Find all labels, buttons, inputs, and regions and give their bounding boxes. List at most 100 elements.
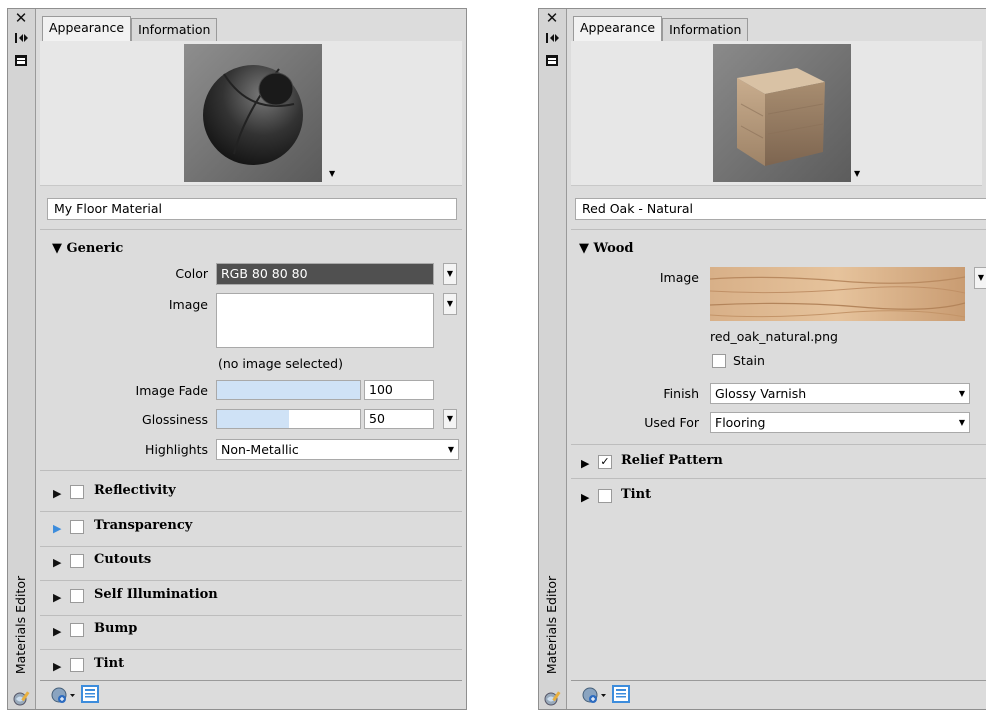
collapsed-arrow-icon[interactable]: ▶ bbox=[53, 660, 61, 673]
palette-bottom-bar bbox=[40, 680, 462, 709]
palette-title-strip: ✕ Materials Editor bbox=[539, 9, 567, 709]
checkmark-icon: ✓ bbox=[600, 455, 610, 468]
materials-browser-icon[interactable] bbox=[12, 689, 30, 707]
reflectivity-checkbox[interactable] bbox=[70, 485, 84, 499]
material-preview-area: ▼ bbox=[40, 41, 462, 186]
transparency-checkbox[interactable] bbox=[70, 519, 84, 534]
wood-texture-image[interactable] bbox=[709, 267, 966, 321]
swatch-options-icon[interactable]: ▼ bbox=[329, 169, 335, 178]
collapsed-arrow-icon[interactable]: ▶ bbox=[53, 625, 61, 638]
materials-browser-toggle-icon[interactable] bbox=[612, 685, 630, 703]
section-bump[interactable]: Bump bbox=[94, 621, 137, 636]
material-swatch-sphere[interactable] bbox=[184, 44, 322, 182]
tab-appearance[interactable]: Appearance bbox=[573, 16, 663, 42]
image-slot[interactable] bbox=[216, 293, 434, 348]
image-fade-value[interactable]: 100 bbox=[364, 380, 434, 400]
collapsed-arrow-icon[interactable]: ▶ bbox=[581, 457, 589, 470]
swatch-options-icon[interactable]: ▼ bbox=[854, 169, 860, 178]
section-relief-pattern[interactable]: Relief Pattern bbox=[621, 453, 723, 468]
relief-pattern-checkbox[interactable]: ✓ bbox=[598, 455, 612, 469]
expanded-arrow-icon: ▼ bbox=[579, 241, 594, 256]
divider bbox=[571, 444, 986, 445]
materials-browser-icon[interactable] bbox=[543, 689, 561, 707]
material-swatch-cube[interactable] bbox=[713, 44, 851, 182]
palette-main: Appearance Information ▼ Red Oak - Natur… bbox=[567, 9, 986, 709]
divider bbox=[40, 229, 462, 230]
section-tint[interactable]: Tint bbox=[94, 656, 124, 671]
tab-appearance[interactable]: Appearance bbox=[42, 16, 132, 42]
close-icon[interactable]: ✕ bbox=[13, 11, 29, 26]
image-dropdown-icon[interactable]: ▼ bbox=[974, 267, 986, 289]
tint-checkbox[interactable] bbox=[70, 657, 84, 672]
tab-bar: Appearance Information bbox=[42, 16, 218, 42]
used-for-select[interactable]: Flooring ▼ bbox=[710, 412, 970, 433]
stain-checkbox[interactable] bbox=[712, 354, 726, 368]
divider bbox=[40, 614, 462, 616]
close-icon[interactable]: ✕ bbox=[544, 11, 560, 26]
self-illumination-checkbox[interactable] bbox=[70, 588, 84, 603]
divider bbox=[571, 478, 986, 479]
material-name-field[interactable]: My Floor Material bbox=[47, 198, 457, 220]
cutouts-checkbox[interactable] bbox=[70, 554, 84, 568]
highlights-label: Highlights bbox=[145, 442, 208, 457]
glossiness-label: Glossiness bbox=[142, 412, 208, 427]
collapsed-arrow-icon[interactable]: ▶ bbox=[53, 487, 61, 500]
glossiness-slider[interactable] bbox=[216, 409, 361, 429]
tint-checkbox[interactable] bbox=[598, 489, 612, 503]
color-field[interactable]: RGB 80 80 80 bbox=[216, 263, 434, 285]
image-label: Image bbox=[168, 297, 208, 312]
auto-hide-icon[interactable] bbox=[13, 31, 29, 45]
properties-menu-icon[interactable] bbox=[544, 53, 560, 67]
wood-section-header[interactable]: ▼ Wood bbox=[579, 241, 634, 256]
section-cutouts[interactable]: Cutouts bbox=[94, 552, 151, 567]
collapsed-arrow-icon[interactable]: ▶ bbox=[53, 522, 61, 535]
materials-editor-palette-2: ✕ Materials Editor Appearance Informatio… bbox=[538, 8, 986, 710]
properties-menu-icon[interactable] bbox=[13, 53, 29, 67]
glossiness-dropdown-icon[interactable]: ▼ bbox=[443, 409, 457, 429]
material-name-field[interactable]: Red Oak - Natural bbox=[575, 198, 986, 220]
chevron-down-icon: ▼ bbox=[447, 445, 454, 454]
color-dropdown-icon[interactable]: ▼ bbox=[443, 263, 457, 285]
image-filename: red_oak_natural.png bbox=[710, 329, 838, 344]
divider bbox=[40, 649, 462, 650]
tab-bar: Appearance Information bbox=[573, 16, 749, 42]
image-label: Image bbox=[659, 270, 699, 285]
collapsed-arrow-icon[interactable]: ▶ bbox=[53, 591, 61, 604]
section-self-illumination[interactable]: Self Illumination bbox=[94, 587, 218, 602]
divider bbox=[40, 511, 462, 512]
section-reflectivity[interactable]: Reflectivity bbox=[94, 483, 176, 498]
tab-information[interactable]: Information bbox=[662, 18, 749, 42]
image-fade-slider[interactable] bbox=[216, 380, 361, 400]
glossiness-value[interactable]: 50 bbox=[364, 409, 434, 429]
finish-select[interactable]: Glossy Varnish ▼ bbox=[710, 383, 970, 404]
palette-main: Appearance Information ▼ My Floor Materi… bbox=[36, 9, 466, 709]
bump-checkbox[interactable] bbox=[70, 623, 84, 637]
stain-label: Stain bbox=[733, 353, 765, 368]
used-for-label: Used For bbox=[644, 415, 699, 430]
generic-section-header[interactable]: ▼ Generic bbox=[52, 241, 123, 256]
palette-title-strip: ✕ Materials Editor bbox=[8, 9, 36, 709]
no-image-text: (no image selected) bbox=[218, 356, 343, 371]
collapsed-arrow-icon[interactable]: ▶ bbox=[581, 491, 589, 504]
chevron-down-icon: ▼ bbox=[958, 389, 965, 398]
highlights-select[interactable]: Non-Metallic ▼ bbox=[216, 439, 459, 460]
create-material-icon[interactable] bbox=[581, 686, 607, 707]
material-preview-area: ▼ bbox=[571, 41, 982, 186]
expanded-arrow-icon: ▼ bbox=[52, 241, 67, 256]
divider bbox=[40, 470, 462, 471]
finish-label: Finish bbox=[663, 386, 699, 401]
collapsed-arrow-icon[interactable]: ▶ bbox=[53, 556, 61, 569]
palette-bottom-bar bbox=[571, 680, 986, 709]
section-transparency[interactable]: Transparency bbox=[94, 518, 192, 533]
palette-title: Materials Editor bbox=[544, 575, 559, 675]
divider bbox=[40, 545, 462, 547]
color-label: Color bbox=[175, 266, 208, 281]
section-tint[interactable]: Tint bbox=[621, 487, 651, 502]
palette-title: Materials Editor bbox=[13, 575, 28, 675]
divider bbox=[571, 229, 986, 230]
image-dropdown-icon[interactable]: ▼ bbox=[443, 293, 457, 315]
auto-hide-icon[interactable] bbox=[544, 31, 560, 45]
create-material-icon[interactable] bbox=[50, 686, 76, 707]
materials-browser-toggle-icon[interactable] bbox=[81, 685, 99, 703]
tab-information[interactable]: Information bbox=[131, 18, 218, 42]
